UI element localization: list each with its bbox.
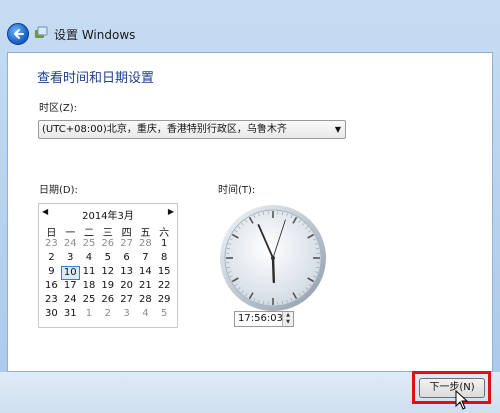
calendar-day[interactable]: 30 (42, 308, 61, 322)
calendar-day[interactable]: 17 (61, 280, 80, 294)
calendar-day[interactable]: 4 (136, 308, 155, 322)
clock-hour-hand (271, 256, 276, 284)
calendar-day[interactable]: 16 (42, 280, 61, 294)
calendar-header: 2014年3月 ◀ ▶ (39, 207, 177, 222)
calendar-day[interactable]: 23 (42, 294, 61, 308)
calendar-day[interactable]: 20 (117, 280, 136, 294)
calendar-grid: 日一二三四五六 23 24 25 26 27 28 1 2 3 4 5 6 7 8 9 10 11 12 13 14 15… (42, 224, 174, 322)
back-arrow-icon (14, 29, 24, 39)
weekday-header: 日 (46, 228, 57, 239)
date-label: 日期(D): (39, 185, 78, 196)
calendar-day[interactable]: 6 (117, 252, 136, 266)
windows-setup-icon (35, 26, 48, 38)
calendar-day[interactable]: 28 (136, 238, 155, 252)
calendar-day[interactable]: 26 (98, 238, 117, 252)
calendar-day[interactable]: 4 (80, 252, 99, 266)
calendar-day[interactable]: 22 (155, 280, 174, 294)
calendar-day[interactable]: 25 (80, 294, 99, 308)
calendar-day[interactable]: 5 (98, 252, 117, 266)
time-label: 时间(T): (218, 185, 256, 196)
calendar-day[interactable]: 9 (42, 266, 61, 280)
weekday-header: 一 (65, 228, 76, 239)
calendar-day[interactable]: 24 (61, 294, 80, 308)
calendar-day[interactable]: 15 (155, 266, 174, 280)
page-title: 查看时间和日期设置 (37, 71, 155, 86)
timezone-selected-value: (UTC+08:00)北京，重庆，香港特别行政区，乌鲁木齐 (42, 124, 287, 135)
calendar-day[interactable]: 26 (98, 294, 117, 308)
highlight-box (412, 371, 491, 404)
main-panel: 查看时间和日期设置 时区(Z): (UTC+08:00)北京，重庆，香港特别行政… (7, 52, 493, 372)
weekday-header: 六 (159, 228, 170, 239)
calendar-day[interactable]: 25 (80, 238, 99, 252)
calendar-day[interactable]: 8 (155, 252, 174, 266)
calendar-day[interactable]: 7 (136, 252, 155, 266)
calendar-day[interactable]: 14 (136, 266, 155, 280)
calendar-day[interactable]: 5 (155, 308, 174, 322)
calendar-day[interactable]: 1 (80, 308, 99, 322)
calendar-day[interactable]: 13 (117, 266, 136, 280)
dropdown-arrow-icon: ▼ (334, 125, 341, 134)
title-bar: 设置 Windows (0, 18, 500, 52)
calendar-day[interactable]: 1 (155, 238, 174, 252)
calendar-day[interactable]: 12 (98, 266, 117, 280)
calendar-day[interactable]: 19 (98, 280, 117, 294)
time-spinner[interactable]: 17:56:03 ▲ ▼ (234, 311, 294, 327)
calendar-day[interactable]: 24 (61, 238, 80, 252)
calendar-day[interactable]: 2 (98, 308, 117, 322)
calendar-day[interactable]: 21 (136, 280, 155, 294)
spin-down-icon[interactable]: ▼ (283, 319, 293, 326)
spin-up-icon[interactable]: ▲ (283, 312, 293, 319)
calendar-day[interactable]: 11 (80, 266, 99, 280)
mouse-pointer-icon (455, 390, 469, 410)
calendar-day[interactable]: 27 (117, 238, 136, 252)
analog-clock-icon (220, 205, 326, 311)
prev-month-arrow-icon[interactable]: ◀ (42, 207, 48, 216)
next-month-arrow-icon[interactable]: ▶ (168, 207, 174, 216)
weekday-header: 五 (140, 228, 151, 239)
timezone-label: 时区(Z): (39, 103, 78, 114)
calendar-day[interactable]: 23 (42, 238, 61, 252)
time-input[interactable]: 17:56:03 (238, 313, 283, 324)
weekday-header: 二 (83, 228, 94, 239)
timezone-select[interactable]: (UTC+08:00)北京，重庆，香港特别行政区，乌鲁木齐 ▼ (38, 120, 346, 139)
weekday-header: 三 (102, 228, 113, 239)
calendar-day-selected[interactable]: 10 (60, 266, 80, 280)
calendar-day[interactable]: 31 (61, 308, 80, 322)
calendar-month-title: 2014年3月 (82, 211, 134, 222)
calendar-day[interactable]: 27 (117, 294, 136, 308)
window-title: 设置 Windows (54, 28, 136, 42)
calendar-day[interactable]: 3 (61, 252, 80, 266)
calendar-day[interactable]: 29 (155, 294, 174, 308)
time-spin-buttons: ▲ ▼ (282, 312, 293, 326)
setup-window: 设置 Windows 查看时间和日期设置 时区(Z): (UTC+08:00)北… (0, 0, 500, 413)
back-button[interactable] (7, 23, 29, 45)
calendar: 2014年3月 ◀ ▶ 日一二三四五六 23 24 25 26 27 28 1 2 3 4 5 6 7 8 9… (38, 203, 178, 328)
calendar-day[interactable]: 3 (117, 308, 136, 322)
calendar-day[interactable]: 2 (42, 252, 61, 266)
weekday-header: 四 (121, 228, 132, 239)
calendar-day[interactable]: 18 (80, 280, 99, 294)
calendar-day[interactable]: 28 (136, 294, 155, 308)
